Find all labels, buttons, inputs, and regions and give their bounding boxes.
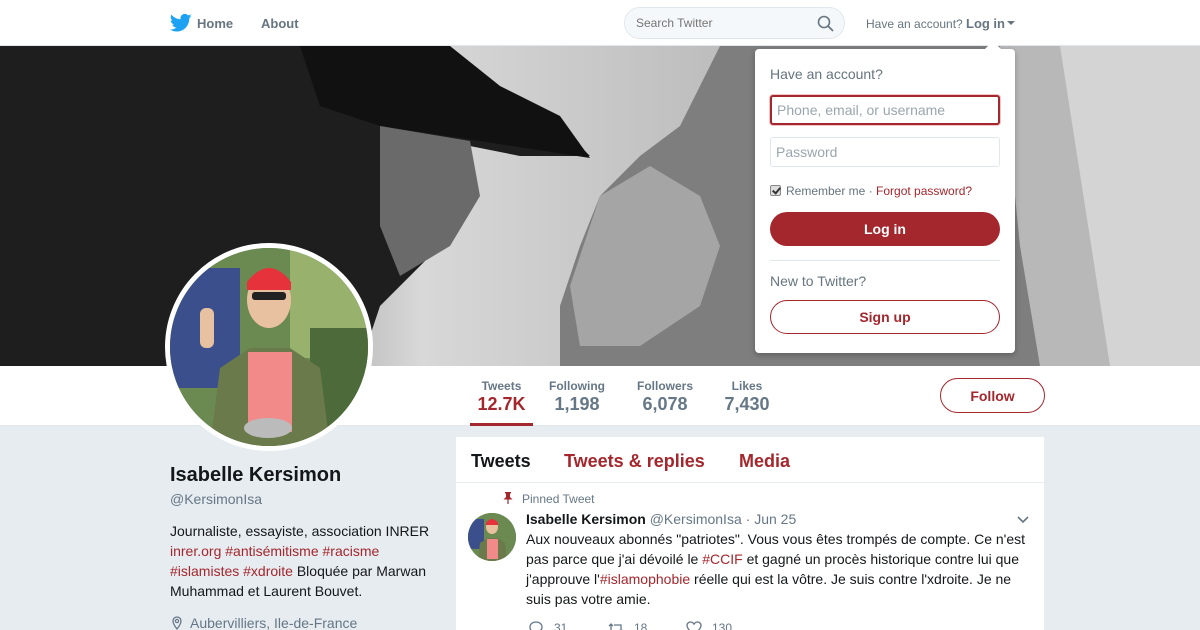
stat-label: Tweets [481, 379, 522, 393]
profile-location: Aubervilliers, Ile-de-France [170, 615, 357, 630]
pin-icon [503, 492, 513, 504]
stat-tweets[interactable]: Tweets 12.7K [470, 366, 533, 426]
pinned-tweet-label: Pinned Tweet [503, 492, 595, 506]
login-dropdown: Have an account? Remember me · Forgot pa… [755, 41, 1015, 353]
timeline: Tweets Tweets & replies Media Pinned Twe… [456, 437, 1044, 630]
dropdown-title: Have an account? [770, 66, 883, 82]
tab-tweets[interactable]: Tweets [471, 451, 531, 472]
profile-name: Isabelle Kersimon [170, 464, 342, 486]
tweet-date[interactable]: · Jun 25 [746, 511, 797, 527]
forgot-password-link[interactable]: Forgot password? [876, 184, 972, 198]
profile-handle: @KersimonIsa [170, 491, 263, 507]
retweet-icon [608, 623, 623, 630]
bio-hashtag[interactable]: #xdroite [243, 563, 293, 579]
new-to-twitter-text: New to Twitter? [770, 273, 867, 289]
remember-label[interactable]: Remember me [786, 184, 865, 198]
twitter-bird-icon[interactable] [170, 13, 192, 33]
tab-tweets-replies[interactable]: Tweets & replies [564, 451, 705, 472]
stat-label: Likes [731, 379, 763, 393]
dropdown-caret [985, 41, 1001, 49]
top-nav: Home About Have an account? Log in [0, 0, 1200, 46]
tweet-author-name[interactable]: Isabelle Kersimon [526, 511, 646, 527]
follow-button[interactable]: Follow [940, 378, 1045, 413]
stat-likes[interactable]: Likes 7,430 [722, 366, 772, 426]
stat-value: 12.7K [477, 394, 526, 414]
like-count: 130 [712, 621, 733, 630]
bio-link[interactable]: inrer.org [170, 543, 221, 559]
stat-value: 1,198 [554, 394, 600, 414]
avatar-image [170, 248, 368, 446]
separator: · [865, 184, 877, 198]
remember-checkbox[interactable] [770, 185, 781, 196]
profile-avatar[interactable] [165, 243, 373, 451]
stat-followers[interactable]: Followers 6,078 [634, 366, 696, 426]
stat-label: Following [549, 379, 605, 393]
like-action[interactable]: 130 [686, 621, 732, 630]
timeline-tabs: Tweets Tweets & replies Media [456, 437, 1044, 483]
bio-text: Journaliste, essayiste, association INRE… [170, 523, 430, 539]
signup-button[interactable]: Sign up [770, 300, 1000, 334]
reply-action[interactable]: 31 [528, 621, 567, 630]
pinned-text: Pinned Tweet [522, 492, 595, 506]
tweet-hashtag[interactable]: #islamophobie [600, 571, 690, 587]
retweet-action[interactable]: 18 [608, 621, 647, 630]
search-input[interactable] [636, 16, 806, 30]
password-field[interactable] [770, 137, 1000, 167]
profile-bio: Journaliste, essayiste, association INRE… [170, 521, 440, 601]
bio-hashtag[interactable]: #antisémitisme [225, 543, 318, 559]
reply-icon [529, 621, 543, 630]
tweet-text: Aux nouveaux abonnés "patriotes". Vous v… [526, 529, 1032, 609]
nav-home-link[interactable]: Home [197, 16, 233, 31]
heart-icon [686, 621, 702, 630]
nav-about-link[interactable]: About [261, 16, 299, 31]
location-icon [172, 616, 182, 630]
tweet-header: Isabelle Kersimon @KersimonIsa · Jun 25 [526, 511, 796, 527]
have-account-text: Have an account? [866, 17, 963, 31]
bio-hashtag[interactable]: #islamistes [170, 563, 239, 579]
stat-value: 6,078 [642, 394, 688, 414]
retweet-count: 18 [634, 621, 648, 630]
search-icon[interactable] [817, 15, 834, 32]
username-field[interactable] [770, 95, 1000, 125]
bio-hashtag[interactable]: #racisme [323, 543, 380, 559]
login-menu-link[interactable]: Log in [966, 16, 1005, 31]
location-text: Aubervilliers, Ile-de-France [190, 615, 358, 630]
login-button[interactable]: Log in [770, 212, 1000, 246]
remember-row: Remember me · Forgot password? [770, 184, 972, 198]
stat-label: Followers [636, 379, 693, 393]
caret-down-icon[interactable] [1007, 21, 1015, 25]
tweet-hashtag[interactable]: #CCIF [702, 551, 742, 567]
tab-media[interactable]: Media [739, 451, 790, 472]
stat-following[interactable]: Following 1,198 [546, 366, 608, 426]
stat-value: 7,430 [724, 394, 770, 414]
search-box[interactable] [624, 7, 845, 39]
tweet-avatar[interactable] [468, 513, 516, 561]
tweet-author-handle[interactable]: @KersimonIsa [650, 511, 742, 527]
chevron-down-icon[interactable] [1017, 516, 1029, 524]
reply-count: 31 [554, 621, 568, 630]
divider [770, 260, 1000, 261]
